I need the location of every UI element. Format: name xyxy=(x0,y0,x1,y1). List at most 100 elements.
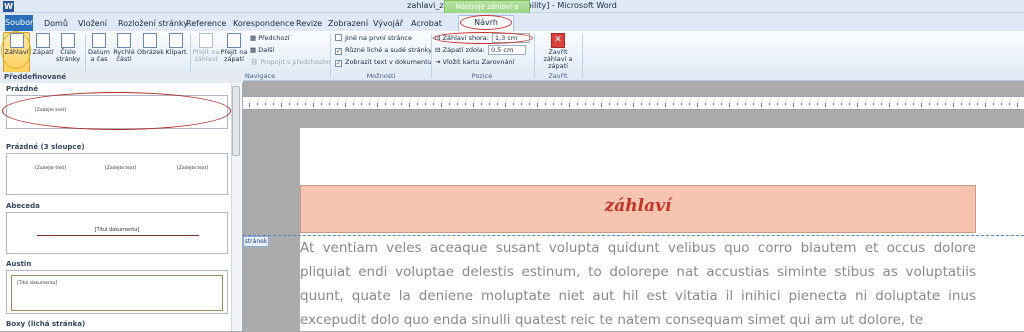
ruler-tick xyxy=(753,103,754,105)
ruler-tick xyxy=(337,103,338,105)
ruler-tick xyxy=(401,103,402,105)
link-previous-button[interactable]: ⛓ Propojit s předchozím xyxy=(250,57,330,68)
annotation-circle-header-button xyxy=(1,31,31,69)
ruler-tick xyxy=(657,103,658,105)
gallery-item-alphabet[interactable]: [Titul dokumentu] xyxy=(6,212,228,254)
page-number-button[interactable]: Číslo stránky xyxy=(56,33,80,63)
ruler-tick xyxy=(433,103,434,105)
footer-bottom-input[interactable]: 0,5 cm xyxy=(487,45,526,55)
body-text[interactable]: At ventiam veles aceaque susant volupta … xyxy=(300,236,976,332)
ruler-tick xyxy=(345,103,346,107)
ruler-tick xyxy=(953,103,954,107)
picture-button[interactable]: Obrázek xyxy=(137,33,165,56)
ruler-tick xyxy=(689,103,690,105)
ruler-tick xyxy=(305,103,306,105)
checkbox-checked[interactable]: ✓ xyxy=(335,60,342,67)
ruler-tick xyxy=(417,103,418,105)
ruler-tick xyxy=(769,103,770,105)
gallery-item-blank-3col[interactable]: [Zadejte text] [Zadejte text] [Zadejte t… xyxy=(6,153,228,195)
ruler-tick xyxy=(873,103,874,105)
ruler-tick xyxy=(369,103,370,105)
group-label-options: Možnosti xyxy=(366,72,396,80)
next-label: Další xyxy=(258,46,275,54)
tab-review[interactable]: Revize xyxy=(296,16,322,31)
section-blank: Prázdné xyxy=(6,85,39,93)
ruler-tick xyxy=(913,103,914,105)
ruler-tick xyxy=(537,103,538,107)
ruler-tick xyxy=(897,103,898,105)
show-text-checkbox[interactable]: ✓ Zobrazit text v dokumentu xyxy=(335,57,432,68)
section-austin: Austin xyxy=(6,260,32,268)
ruler-tick xyxy=(529,103,530,105)
picture-icon xyxy=(143,33,157,48)
quick-parts-button[interactable]: Rychlé části xyxy=(112,33,136,63)
ruler-tick xyxy=(353,103,354,105)
tab-acrobat[interactable]: Acrobat xyxy=(411,16,442,31)
placeholder-text: [Titul dokumentu] xyxy=(94,227,140,233)
gallery-header: Předdefinované xyxy=(0,72,243,83)
different-odd-even-checkbox[interactable]: ✓ Různé liché a sudé stránky xyxy=(335,45,432,56)
placeholder-text: [Titul dokumentu] xyxy=(17,281,58,286)
tab-developer[interactable]: Vývojář xyxy=(373,16,403,31)
previous-icon: ▦ xyxy=(250,34,259,42)
section-alphabet: Abeceda xyxy=(6,202,40,210)
footer-button[interactable]: Zápatí xyxy=(32,33,54,56)
clipart-button[interactable]: Klipart xyxy=(164,33,188,56)
ruler-tick xyxy=(705,103,706,105)
ruler-tick xyxy=(585,103,586,105)
ruler-tick xyxy=(281,103,282,107)
ruler-tick xyxy=(441,103,442,107)
next-button[interactable]: ▦ Další xyxy=(250,45,274,56)
goto-header-icon xyxy=(199,33,213,48)
different-first-checkbox[interactable]: Jiné na první stránce xyxy=(335,33,412,44)
tab-insert[interactable]: Vložení xyxy=(78,16,107,31)
picture-label: Obrázek xyxy=(137,48,165,56)
header-text[interactable]: záhlaví xyxy=(300,196,976,216)
tab-mailings[interactable]: Korespondence xyxy=(233,16,294,31)
footer-bottom-icon: ⊟ xyxy=(435,46,443,54)
ruler-tick xyxy=(385,103,386,105)
goto-footer-button[interactable]: Přejít na zápatí xyxy=(220,33,248,63)
tab-view[interactable]: Zobrazení xyxy=(328,16,368,31)
ruler-tick xyxy=(457,103,458,105)
tab-page-layout[interactable]: Rozložení stránky xyxy=(118,16,188,31)
group-separator xyxy=(330,34,331,78)
tab-references[interactable]: Reference xyxy=(186,16,226,31)
goto-header-button[interactable]: Přejít na záhlaví xyxy=(192,33,220,63)
ruler-tick xyxy=(665,103,666,107)
ruler-tick xyxy=(521,103,522,105)
insert-align-tab-button[interactable]: ⇥ Vložit kartu Zarovnání xyxy=(435,57,514,68)
checkbox-unchecked[interactable] xyxy=(335,34,342,41)
goto-header-label: Přejít na záhlaví xyxy=(192,48,220,63)
tab-file[interactable]: Soubor xyxy=(5,15,33,31)
ruler-tick xyxy=(249,103,250,107)
group-label-position: Pozice xyxy=(471,72,493,80)
link-previous-label: Propojit s předchozím xyxy=(260,58,331,66)
ruler-tick xyxy=(425,103,426,105)
header-rule xyxy=(37,235,199,236)
ruler-tick xyxy=(593,103,594,105)
ruler-tick xyxy=(993,103,994,105)
ruler-tick xyxy=(577,103,578,105)
ruler-tick xyxy=(489,103,490,105)
ruler-tick xyxy=(361,103,362,105)
previous-button[interactable]: ▦ Předchozí xyxy=(250,33,290,44)
gallery-item-austin[interactable]: [Titul dokumentu] xyxy=(6,270,228,314)
checkbox-checked[interactable]: ✓ xyxy=(335,48,342,55)
footer-bottom-field[interactable]: ⊟ Zápatí zdola: 0,5 cm xyxy=(435,45,526,56)
gallery-scroll-thumb[interactable] xyxy=(232,86,240,156)
ruler-tick xyxy=(841,103,842,105)
date-time-button[interactable]: Datum a čas xyxy=(87,33,111,63)
ruler-tick xyxy=(865,103,866,105)
ruler-tick xyxy=(977,103,978,105)
horizontal-ruler[interactable] xyxy=(243,96,1024,110)
next-icon: ▦ xyxy=(250,46,259,54)
tab-home[interactable]: Domů xyxy=(44,16,68,31)
close-header-footer-button[interactable]: ✕ Zavřít záhlaví a zápatí xyxy=(536,33,580,70)
placeholder-text: [Zadejte text] xyxy=(35,166,67,171)
group-separator xyxy=(582,34,583,78)
link-icon: ⛓ xyxy=(250,58,261,66)
annotation-circle-blank xyxy=(2,92,231,130)
ruler-tick xyxy=(257,103,258,105)
align-tab-icon: ⇥ xyxy=(435,58,443,66)
